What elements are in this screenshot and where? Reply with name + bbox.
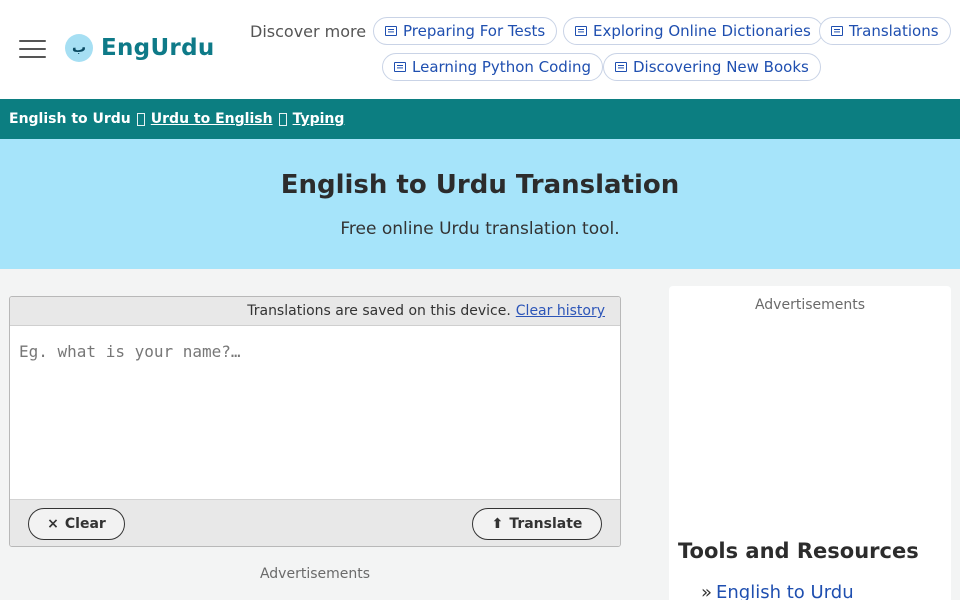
nav-english-to-urdu[interactable]: English to Urdu — [9, 111, 131, 127]
news-icon — [831, 26, 843, 36]
pill-label: Exploring Online Dictionaries — [593, 22, 811, 40]
translator-panel: Translations are saved on this device. C… — [9, 296, 621, 547]
nav-separator-icon — [278, 112, 287, 126]
discover-more-label: Discover more — [250, 22, 367, 41]
pill-exploring-online-dictionaries[interactable]: Exploring Online Dictionaries — [563, 17, 823, 45]
tools-link-english-to-urdu[interactable]: English to Urdu — [716, 582, 854, 600]
saved-notice: Translations are saved on this device. — [247, 303, 511, 319]
translator-actions: × Clear ⬆ Translate — [10, 499, 620, 546]
page-subtitle: Free online Urdu translation tool. — [340, 219, 620, 239]
site-logo-link[interactable]: ب EngUrdu — [65, 34, 215, 62]
pill-learning-python-coding[interactable]: Learning Python Coding — [382, 53, 604, 81]
news-icon — [575, 26, 587, 36]
pill-translations[interactable]: Translations — [819, 17, 951, 45]
translator-toolbar: Translations are saved on this device. C… — [10, 297, 620, 326]
clear-history-link[interactable]: Clear history — [516, 303, 605, 319]
pill-label: Discovering New Books — [633, 58, 809, 76]
advertisements-label: Advertisements — [259, 566, 371, 582]
pill-label: Preparing For Tests — [403, 22, 546, 40]
menu-icon-bar — [19, 48, 46, 50]
pill-label: Learning Python Coding — [412, 58, 592, 76]
sidebar: Advertisements Tools and Resources » Engl… — [669, 286, 951, 600]
menu-icon-bar — [19, 56, 46, 58]
news-icon — [385, 26, 397, 36]
clear-button[interactable]: × Clear — [28, 508, 125, 540]
nav-typing[interactable]: Typing — [293, 111, 345, 127]
pill-label: Translations — [849, 22, 939, 40]
pill-preparing-for-tests[interactable]: Preparing For Tests — [373, 17, 558, 45]
menu-icon[interactable] — [19, 39, 47, 61]
pill-discovering-new-books[interactable]: Discovering New Books — [603, 53, 821, 81]
nav-urdu-to-english[interactable]: Urdu to English — [151, 111, 273, 127]
news-icon — [615, 62, 627, 72]
tools-resources-heading: Tools and Resources — [678, 539, 919, 563]
hero-banner: English to Urdu Translation Free online … — [0, 139, 960, 269]
sidebar-advertisements-label: Advertisements — [754, 297, 866, 313]
logo-icon: ب — [65, 34, 93, 62]
site-header: ب EngUrdu Discover more Preparing For Te… — [0, 0, 960, 99]
upload-arrow-icon: ⬆ — [491, 516, 504, 532]
logo-text: EngUrdu — [101, 35, 215, 61]
menu-icon-bar — [19, 40, 46, 42]
nav-separator-icon — [136, 112, 145, 126]
list-item: » English to Urdu — [701, 582, 854, 600]
translate-button[interactable]: ⬆ Translate — [472, 508, 602, 540]
main-navbar: English to Urdu Urdu to English Typing — [0, 99, 960, 139]
translation-input[interactable] — [10, 326, 620, 499]
close-icon: × — [47, 516, 59, 532]
bullet-icon: » — [701, 582, 713, 600]
page-title: English to Urdu Translation — [280, 170, 680, 200]
clear-button-label: Clear — [64, 516, 106, 532]
news-icon — [394, 62, 406, 72]
translate-button-label: Translate — [509, 516, 583, 532]
